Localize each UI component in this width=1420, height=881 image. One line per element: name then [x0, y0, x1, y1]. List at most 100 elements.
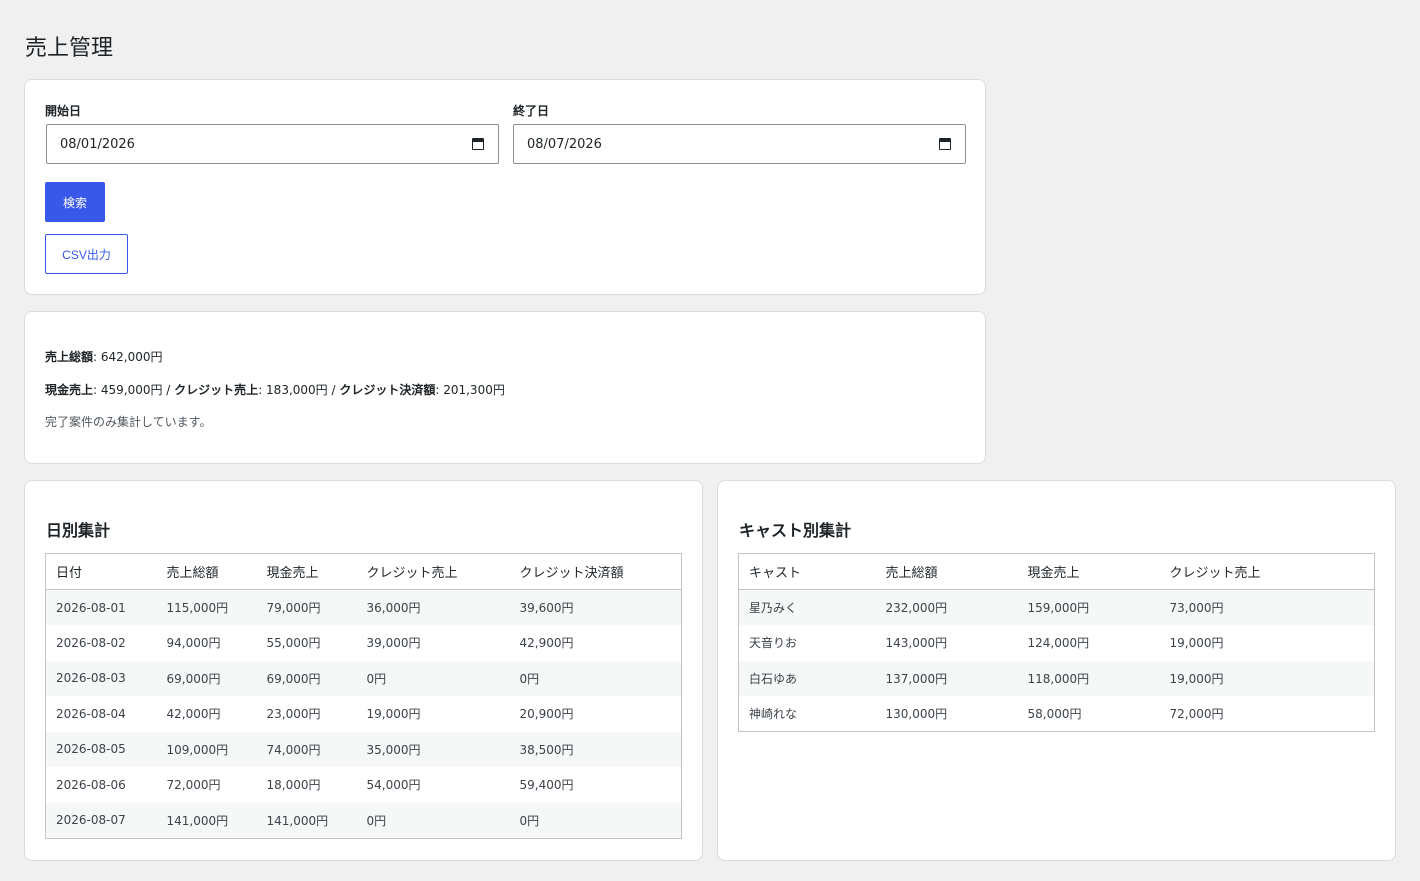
table-cell: 19,000円 — [366, 707, 421, 722]
column-header: キャスト — [738, 553, 876, 590]
table-cell: 74,000円 — [256, 731, 357, 767]
table-row: 白石ゆあ 137,000円 118,000円 19,000円 — [738, 660, 1375, 696]
table-cell: 143,000円 — [885, 636, 948, 651]
calendar-icon[interactable] — [472, 138, 484, 150]
calendar-icon[interactable] — [939, 138, 951, 150]
csv-export-button[interactable]: CSV出力 — [45, 234, 128, 274]
credit-settlement-label: クレジット決済額 — [339, 383, 436, 397]
total-sales-line: 売上総額: 642,000円 — [45, 348, 163, 365]
table-cell: 55,000円 — [266, 636, 321, 651]
table-row: 2026-08-06 72,000円 18,000円 54,000円 59,40… — [46, 767, 682, 803]
table-cell: 2026-08-03 — [45, 660, 157, 696]
end-date-value: 08/07/2026 — [527, 136, 602, 152]
table-header-row: 日付 売上総額 現金売上 クレジット売上 クレジット決済額 — [45, 553, 682, 590]
table-cell: 72,000円 — [166, 778, 221, 793]
cash-sales-value: : 459,000円 / — [93, 383, 175, 397]
page-title: 売上管理 — [25, 36, 114, 61]
table-cell: 2026-08-01 — [45, 589, 157, 625]
table-cell: 0円 — [509, 660, 682, 696]
table-cell: 23,000円 — [266, 707, 321, 722]
total-sales-value: : 642,000円 — [93, 350, 163, 364]
summary-note: 完了案件のみ集計しています。 — [45, 415, 212, 429]
table-cell: 2026-08-06 — [56, 777, 126, 792]
table-cell: 35,000円 — [356, 731, 510, 767]
breakdown-line: 現金売上: 459,000円 / クレジット売上: 183,000円 / クレジ… — [45, 381, 505, 398]
table-cell: 69,000円 — [156, 660, 257, 696]
column-header: クレジット売上 — [1159, 553, 1375, 590]
table-cell: 白石ゆあ — [738, 660, 876, 696]
table-cell: 232,000円 — [875, 589, 1018, 625]
column-header: クレジット売上 — [356, 553, 510, 590]
table-cell: 115,000円 — [156, 589, 257, 625]
table-cell: 94,000円 — [166, 636, 221, 651]
table-cell: 39,000円 — [366, 636, 421, 651]
start-date-value: 08/01/2026 — [60, 136, 135, 152]
table-cell: 2026-08-04 — [56, 706, 126, 721]
cast-summary-table: キャスト 売上総額 現金売上 クレジット売上 星乃みく 232,000円 159… — [738, 553, 1375, 732]
table-cell: 73,000円 — [1159, 589, 1375, 625]
table-header-row: キャスト 売上総額 現金売上 クレジット売上 — [738, 553, 1375, 590]
table-row: 2026-08-02 94,000円 55,000円 39,000円 42,90… — [46, 625, 682, 661]
table-row: 2026-08-04 42,000円 23,000円 19,000円 20,90… — [46, 696, 682, 732]
table-cell: 39,600円 — [509, 589, 682, 625]
column-header: 現金売上 — [1017, 553, 1160, 590]
credit-sales-value: : 183,000円 / — [258, 383, 340, 397]
cast-summary-title: キャスト別集計 — [739, 521, 852, 540]
filter-panel: 開始日 08/01/2026 終了日 08/07/2026 検索 CSV出力 — [24, 79, 986, 295]
table-cell: 20,900円 — [519, 707, 574, 722]
cash-sales-label: 現金売上 — [45, 383, 94, 397]
credit-sales-label: クレジット売上 — [174, 383, 259, 397]
table-cell: 42,000円 — [166, 707, 221, 722]
table-cell: 星乃みく — [738, 589, 876, 625]
table-cell: 72,000円 — [1169, 707, 1224, 721]
table-cell: 0円 — [356, 802, 510, 838]
end-date-input[interactable]: 08/07/2026 — [513, 124, 966, 164]
table-cell: 130,000円 — [885, 707, 948, 721]
table-row: 天音りお 143,000円 124,000円 19,000円 — [739, 625, 1375, 661]
table-row: 2026-08-03 69,000円 69,000円 0円 0円 — [45, 660, 682, 696]
table-cell: 59,400円 — [519, 778, 574, 793]
daily-summary-table: 日付 売上総額 現金売上 クレジット売上 クレジット決済額 2026-08-01… — [45, 553, 682, 839]
end-date-label: 終了日 — [513, 104, 550, 118]
table-cell: 137,000円 — [875, 660, 1018, 696]
start-date-input[interactable]: 08/01/2026 — [46, 124, 499, 164]
daily-summary-panel: 日別集計 日付 売上総額 現金売上 クレジット売上 クレジット決済額 2026-… — [24, 480, 703, 861]
table-cell: 2026-08-05 — [45, 731, 157, 767]
column-header: 売上総額 — [875, 553, 1018, 590]
table-cell: 0円 — [509, 802, 682, 838]
table-cell: 0円 — [356, 660, 510, 696]
credit-settlement-value: : 201,300円 — [435, 383, 505, 397]
table-cell: 109,000円 — [156, 731, 257, 767]
column-header: 現金売上 — [256, 553, 357, 590]
column-header: クレジット決済額 — [509, 553, 682, 590]
table-row: 神崎れな 130,000円 58,000円 72,000円 — [739, 696, 1375, 732]
table-cell: 69,000円 — [256, 660, 357, 696]
table-cell: 38,500円 — [509, 731, 682, 767]
table-cell: 58,000円 — [1027, 707, 1082, 721]
column-header: 売上総額 — [156, 553, 257, 590]
table-cell: 141,000円 — [156, 802, 257, 838]
table-cell: 19,000円 — [1169, 636, 1224, 651]
table-cell: 118,000円 — [1017, 660, 1160, 696]
search-button[interactable]: 検索 — [45, 182, 105, 222]
daily-summary-title: 日別集計 — [46, 521, 111, 540]
table-row: 星乃みく 232,000円 159,000円 73,000円 — [738, 589, 1375, 625]
table-cell: 神崎れな — [749, 707, 798, 721]
table-cell: 天音りお — [749, 636, 798, 651]
table-cell: 79,000円 — [256, 589, 357, 625]
column-header: 日付 — [45, 553, 157, 590]
table-cell: 42,900円 — [519, 636, 574, 651]
table-row: 2026-08-01 115,000円 79,000円 36,000円 39,6… — [45, 589, 682, 625]
table-cell: 54,000円 — [366, 778, 421, 793]
table-cell: 2026-08-07 — [45, 802, 157, 838]
table-cell: 19,000円 — [1159, 660, 1375, 696]
start-date-label: 開始日 — [45, 104, 82, 118]
table-cell: 124,000円 — [1027, 636, 1090, 651]
table-cell: 18,000円 — [266, 778, 321, 793]
total-sales-label: 売上総額 — [45, 350, 94, 364]
table-row: 2026-08-07 141,000円 141,000円 0円 0円 — [45, 802, 682, 838]
table-cell: 36,000円 — [356, 589, 510, 625]
table-row: 2026-08-05 109,000円 74,000円 35,000円 38,5… — [45, 731, 682, 767]
summary-panel: 売上総額: 642,000円 現金売上: 459,000円 / クレジット売上:… — [24, 311, 986, 464]
cast-summary-panel: キャスト別集計 キャスト 売上総額 現金売上 クレジット売上 星乃みく 232,… — [717, 480, 1396, 861]
